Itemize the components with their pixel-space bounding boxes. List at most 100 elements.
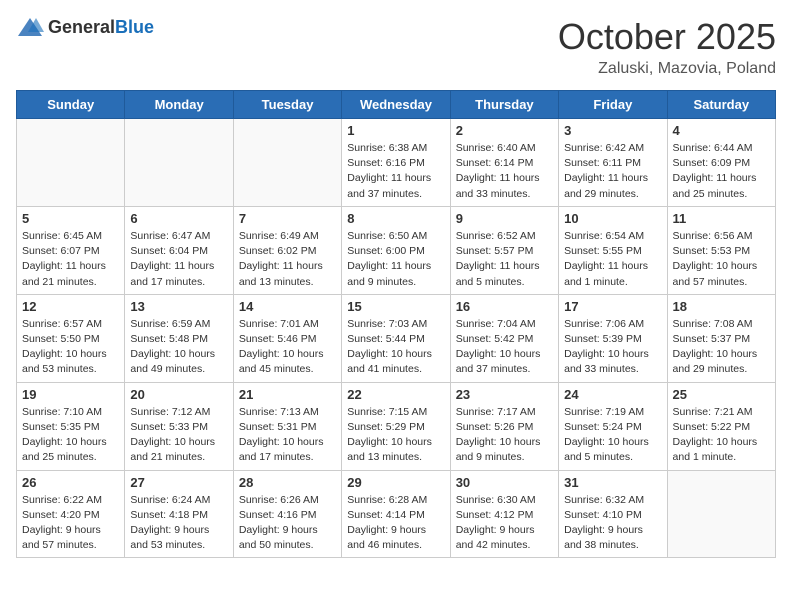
day-number: 5 — [22, 211, 119, 226]
day-number: 13 — [130, 299, 227, 314]
day-number: 27 — [130, 475, 227, 490]
weekday-header-thursday: Thursday — [450, 91, 558, 119]
weekday-header-row: SundayMondayTuesdayWednesdayThursdayFrid… — [17, 91, 776, 119]
logo-text-blue: Blue — [115, 17, 154, 37]
day-number: 3 — [564, 123, 661, 138]
weekday-header-wednesday: Wednesday — [342, 91, 450, 119]
day-number: 24 — [564, 387, 661, 402]
day-number: 22 — [347, 387, 444, 402]
day-number: 12 — [22, 299, 119, 314]
day-info: Sunrise: 6:30 AM Sunset: 4:12 PM Dayligh… — [456, 493, 553, 554]
calendar-cell: 11Sunrise: 6:56 AM Sunset: 5:53 PM Dayli… — [667, 206, 775, 294]
day-info: Sunrise: 6:42 AM Sunset: 6:11 PM Dayligh… — [564, 141, 661, 202]
day-info: Sunrise: 6:44 AM Sunset: 6:09 PM Dayligh… — [673, 141, 770, 202]
day-info: Sunrise: 6:50 AM Sunset: 6:00 PM Dayligh… — [347, 229, 444, 290]
day-number: 28 — [239, 475, 336, 490]
calendar-cell: 12 Sunrise: 6:57 AM Sunset: 5:50 PM Dayli… — [17, 294, 125, 382]
day-number: 15 — [347, 299, 444, 314]
calendar-cell: 10Sunrise: 6:54 AM Sunset: 5:55 PM Dayli… — [559, 206, 667, 294]
calendar-table: SundayMondayTuesdayWednesdayThursdayFrid… — [16, 90, 776, 558]
calendar-cell: 9 Sunrise: 6:52 AM Sunset: 5:57 PM Daylig… — [450, 206, 558, 294]
weekday-header-friday: Friday — [559, 91, 667, 119]
day-info: Sunrise: 6:47 AM Sunset: 6:04 PM Dayligh… — [130, 229, 227, 290]
calendar-cell: 22 Sunrise: 7:15 AM Sunset: 5:29 PM Dayli… — [342, 382, 450, 470]
day-info: Sunrise: 7:06 AM Sunset: 5:39 PM Dayligh… — [564, 317, 661, 378]
day-info: Sunrise: 6:49 AM Sunset: 6:02 PM Dayligh… — [239, 229, 336, 290]
page-header: GeneralBlue October 2025 Zaluski, Mazovi… — [16, 16, 776, 78]
day-number: 8 — [347, 211, 444, 226]
day-number: 10 — [564, 211, 661, 226]
calendar-cell: 5Sunrise: 6:45 AM Sunset: 6:07 PM Daylig… — [17, 206, 125, 294]
calendar-cell: 26 Sunrise: 6:22 AM Sunset: 4:20 PM Dayli… — [17, 470, 125, 558]
calendar-cell — [125, 119, 233, 207]
calendar-cell: 28 Sunrise: 6:26 AM Sunset: 4:16 PM Dayli… — [233, 470, 341, 558]
calendar-cell: 3 Sunrise: 6:42 AM Sunset: 6:11 PM Daylig… — [559, 119, 667, 207]
location-title: Zaluski, Mazovia, Poland — [558, 60, 776, 78]
calendar-cell: 27Sunrise: 6:24 AM Sunset: 4:18 PM Dayli… — [125, 470, 233, 558]
calendar-cell: 24 Sunrise: 7:19 AM Sunset: 5:24 PM Dayli… — [559, 382, 667, 470]
day-info: Sunrise: 6:57 AM Sunset: 5:50 PM Dayligh… — [22, 317, 119, 378]
day-number: 7 — [239, 211, 336, 226]
weekday-header-tuesday: Tuesday — [233, 91, 341, 119]
week-row-2: 5Sunrise: 6:45 AM Sunset: 6:07 PM Daylig… — [17, 206, 776, 294]
calendar-cell — [17, 119, 125, 207]
day-number: 17 — [564, 299, 661, 314]
weekday-header-saturday: Saturday — [667, 91, 775, 119]
week-row-1: 1 Sunrise: 6:38 AM Sunset: 6:16 PM Daylig… — [17, 119, 776, 207]
day-info: Sunrise: 7:15 AM Sunset: 5:29 PM Dayligh… — [347, 405, 444, 466]
day-number: 23 — [456, 387, 553, 402]
day-number: 25 — [673, 387, 770, 402]
day-info: Sunrise: 6:26 AM Sunset: 4:16 PM Dayligh… — [239, 493, 336, 554]
day-info: Sunrise: 6:38 AM Sunset: 6:16 PM Dayligh… — [347, 141, 444, 202]
day-info: Sunrise: 7:10 AM Sunset: 5:35 PM Dayligh… — [22, 405, 119, 466]
calendar-cell — [667, 470, 775, 558]
calendar-cell: 25Sunrise: 7:21 AM Sunset: 5:22 PM Dayli… — [667, 382, 775, 470]
week-row-5: 26 Sunrise: 6:22 AM Sunset: 4:20 PM Dayli… — [17, 470, 776, 558]
day-info: Sunrise: 6:59 AM Sunset: 5:48 PM Dayligh… — [130, 317, 227, 378]
day-number: 1 — [347, 123, 444, 138]
day-info: Sunrise: 7:08 AM Sunset: 5:37 PM Dayligh… — [673, 317, 770, 378]
day-info: Sunrise: 7:03 AM Sunset: 5:44 PM Dayligh… — [347, 317, 444, 378]
calendar-cell: 21 Sunrise: 7:13 AM Sunset: 5:31 PM Dayli… — [233, 382, 341, 470]
day-info: Sunrise: 6:52 AM Sunset: 5:57 PM Dayligh… — [456, 229, 553, 290]
calendar-cell: 2 Sunrise: 6:40 AM Sunset: 6:14 PM Daylig… — [450, 119, 558, 207]
day-number: 30 — [456, 475, 553, 490]
calendar-cell: 8 Sunrise: 6:50 AM Sunset: 6:00 PM Daylig… — [342, 206, 450, 294]
day-info: Sunrise: 7:04 AM Sunset: 5:42 PM Dayligh… — [456, 317, 553, 378]
weekday-header-sunday: Sunday — [17, 91, 125, 119]
day-info: Sunrise: 6:40 AM Sunset: 6:14 PM Dayligh… — [456, 141, 553, 202]
day-number: 4 — [673, 123, 770, 138]
calendar-cell: 31Sunrise: 6:32 AM Sunset: 4:10 PM Dayli… — [559, 470, 667, 558]
day-number: 16 — [456, 299, 553, 314]
day-number: 14 — [239, 299, 336, 314]
day-info: Sunrise: 6:22 AM Sunset: 4:20 PM Dayligh… — [22, 493, 119, 554]
day-number: 9 — [456, 211, 553, 226]
day-number: 2 — [456, 123, 553, 138]
day-info: Sunrise: 7:13 AM Sunset: 5:31 PM Dayligh… — [239, 405, 336, 466]
day-number: 19 — [22, 387, 119, 402]
calendar-cell: 14 Sunrise: 7:01 AM Sunset: 5:46 PM Dayli… — [233, 294, 341, 382]
logo-icon — [16, 16, 44, 38]
day-info: Sunrise: 7:01 AM Sunset: 5:46 PM Dayligh… — [239, 317, 336, 378]
calendar-cell: 23Sunrise: 7:17 AM Sunset: 5:26 PM Dayli… — [450, 382, 558, 470]
logo: GeneralBlue — [16, 16, 154, 38]
title-block: October 2025 Zaluski, Mazovia, Poland — [558, 16, 776, 78]
calendar-cell: 30 Sunrise: 6:30 AM Sunset: 4:12 PM Dayli… — [450, 470, 558, 558]
calendar-cell: 7 Sunrise: 6:49 AM Sunset: 6:02 PM Daylig… — [233, 206, 341, 294]
day-info: Sunrise: 6:56 AM Sunset: 5:53 PM Dayligh… — [673, 229, 770, 290]
day-number: 26 — [22, 475, 119, 490]
calendar-cell: 16 Sunrise: 7:04 AM Sunset: 5:42 PM Dayli… — [450, 294, 558, 382]
calendar-cell: 29Sunrise: 6:28 AM Sunset: 4:14 PM Dayli… — [342, 470, 450, 558]
calendar-cell: 19 Sunrise: 7:10 AM Sunset: 5:35 PM Dayli… — [17, 382, 125, 470]
logo-text-general: General — [48, 17, 115, 37]
day-number: 20 — [130, 387, 227, 402]
calendar-cell: 6Sunrise: 6:47 AM Sunset: 6:04 PM Daylig… — [125, 206, 233, 294]
day-number: 21 — [239, 387, 336, 402]
calendar-cell: 1 Sunrise: 6:38 AM Sunset: 6:16 PM Daylig… — [342, 119, 450, 207]
calendar-cell: 13 Sunrise: 6:59 AM Sunset: 5:48 PM Dayli… — [125, 294, 233, 382]
day-info: Sunrise: 7:19 AM Sunset: 5:24 PM Dayligh… — [564, 405, 661, 466]
week-row-4: 19 Sunrise: 7:10 AM Sunset: 5:35 PM Dayli… — [17, 382, 776, 470]
calendar-cell: 17 Sunrise: 7:06 AM Sunset: 5:39 PM Dayli… — [559, 294, 667, 382]
calendar-cell: 4 Sunrise: 6:44 AM Sunset: 6:09 PM Daylig… — [667, 119, 775, 207]
calendar-cell: 18Sunrise: 7:08 AM Sunset: 5:37 PM Dayli… — [667, 294, 775, 382]
